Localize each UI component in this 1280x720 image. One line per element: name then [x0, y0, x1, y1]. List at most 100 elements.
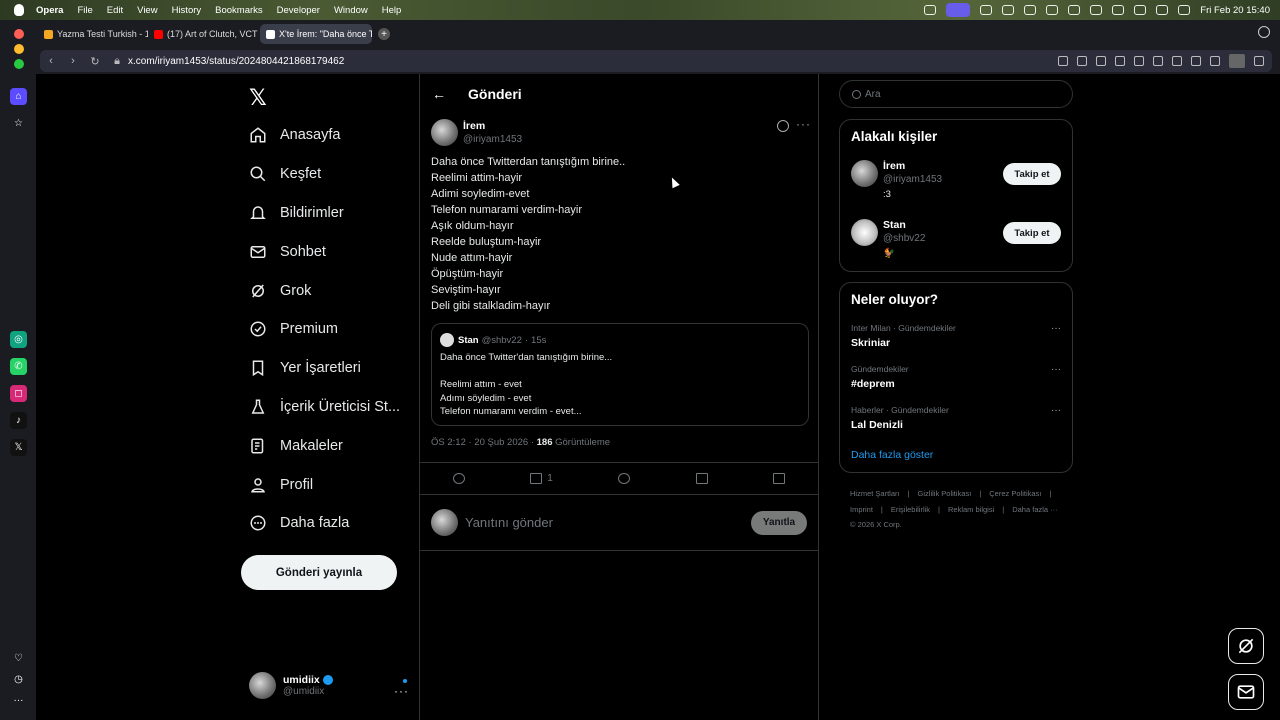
author-avatar[interactable] [431, 119, 458, 146]
person-name[interactable]: İrem [883, 160, 942, 172]
nav-creator-studio[interactable]: İçerik Üreticisi St... [249, 388, 400, 427]
control-center-icon[interactable] [1178, 5, 1191, 15]
quoted-post[interactable]: Stan @shbv22 · 15s Daha önce Twitter'dan… [431, 323, 809, 426]
minimize-window-button[interactable] [14, 44, 24, 54]
person-name[interactable]: Stan [883, 219, 925, 231]
menu-history[interactable]: History [172, 5, 202, 16]
repost-button[interactable]: 1 [530, 473, 553, 484]
footer-link[interactable]: Imprint [850, 505, 873, 514]
menubar-clock[interactable]: Fri Feb 20 15:40 [1200, 5, 1270, 16]
back-arrow-icon[interactable]: ← [432, 86, 468, 102]
reply-button[interactable] [452, 473, 465, 484]
post-author[interactable]: İrem @iriyam1453 [431, 119, 522, 146]
download-icon[interactable] [1191, 56, 1201, 66]
person-avatar[interactable] [851, 160, 878, 187]
post-more-icon[interactable]: ··· [796, 117, 811, 131]
zoom-window-button[interactable] [14, 59, 24, 69]
bookmark-button[interactable] [695, 473, 708, 484]
follow-button[interactable]: Takip et [1003, 222, 1061, 244]
account-switcher[interactable]: umidiix @umidiix [249, 672, 333, 699]
trend-more-icon[interactable]: ··· [1051, 405, 1061, 416]
person-handle[interactable]: @shbv22 [883, 233, 925, 244]
tab-yazma-testi[interactable]: Yazma Testi Turkish - 10 [38, 24, 148, 44]
menu-window[interactable]: Window [334, 5, 368, 16]
person-avatar[interactable] [851, 219, 878, 246]
share-button[interactable] [773, 473, 786, 484]
x-icon[interactable]: 𝕏 [10, 439, 27, 456]
extension-icon[interactable] [1115, 56, 1125, 66]
status-icon[interactable] [1024, 5, 1037, 15]
nav-articles[interactable]: Makaleler [249, 426, 400, 465]
edit-icon[interactable] [1058, 56, 1068, 66]
follow-button[interactable]: Takip et [1003, 163, 1061, 185]
menu-view[interactable]: View [137, 5, 157, 16]
more-icon[interactable]: ··· [10, 692, 27, 709]
reply-submit-button[interactable]: Yanıtla [751, 510, 807, 535]
grok-fab-button[interactable] [1228, 628, 1264, 664]
footer-link[interactable]: Hizmet Şartları [850, 489, 900, 498]
account-more-icon[interactable]: ··· [394, 684, 409, 698]
address-bar[interactable]: ‹ › ↻ 🔒︎ x.com/iriyam1453/status/2024804… [40, 50, 1272, 72]
apple-icon[interactable] [14, 4, 24, 16]
footer-link[interactable]: Erişilebilirlik [891, 505, 930, 514]
show-more-link[interactable]: Daha fazla göster [851, 449, 933, 461]
forward-icon[interactable]: › [62, 55, 84, 67]
wifi-icon[interactable] [1134, 5, 1147, 15]
profile-icon[interactable] [1229, 54, 1245, 68]
battery-icon[interactable] [1112, 5, 1125, 15]
author-name[interactable]: İrem [463, 120, 522, 132]
url-text[interactable]: x.com/iriyam1453/status/2024804421868179… [128, 56, 344, 67]
menu-developer[interactable]: Developer [277, 5, 320, 16]
person-handle[interactable]: @iriyam1453 [883, 174, 942, 185]
tiktok-icon[interactable]: ♪ [10, 412, 27, 429]
new-tab-button[interactable]: + [378, 28, 390, 40]
status-icon[interactable] [980, 5, 993, 15]
close-window-button[interactable] [14, 29, 24, 39]
trend-more-icon[interactable]: ··· [1051, 323, 1061, 334]
nav-chat[interactable]: Sohbet [249, 232, 400, 271]
nav-profile[interactable]: Profil [249, 465, 400, 504]
menu-edit[interactable]: Edit [107, 5, 123, 16]
trend-more-icon[interactable]: ··· [1051, 364, 1061, 375]
post-timestamp[interactable]: ÖS 2:12 · 20 Şub 2026 · [431, 437, 537, 448]
user-icon[interactable] [1068, 5, 1081, 15]
cube-icon[interactable] [1254, 56, 1264, 66]
send-icon[interactable] [1153, 56, 1163, 66]
reply-input[interactable]: Yanıtını gönder [465, 515, 553, 530]
nav-grok[interactable]: Grok [249, 271, 400, 310]
menu-icon[interactable] [1210, 56, 1220, 66]
camera-icon[interactable] [1077, 56, 1087, 66]
nav-premium[interactable]: Premium [249, 310, 400, 349]
menu-app-name[interactable]: Opera [36, 5, 63, 16]
search-input[interactable]: Ara [839, 80, 1073, 108]
instagram-icon[interactable]: ◻ [10, 385, 27, 402]
nav-notifications[interactable]: Bildirimler [249, 194, 400, 233]
grok-icon[interactable] [777, 120, 789, 132]
x-logo[interactable]: 𝕏 [249, 86, 267, 111]
shield-icon[interactable] [1096, 56, 1106, 66]
chatgpt-icon[interactable]: ◎ [10, 331, 27, 348]
heart-icon[interactable]: ♡ [10, 650, 27, 667]
person-item[interactable]: İrem @iriyam1453 :3 [851, 160, 942, 200]
footer-link[interactable]: Gizlilik Politikası [918, 489, 972, 498]
cloud-icon[interactable] [1002, 5, 1015, 15]
footer-link[interactable]: Çerez Politikası [989, 489, 1041, 498]
nav-explore[interactable]: Keşfet [249, 155, 400, 194]
footer-link[interactable]: Daha fazla ··· [1012, 505, 1057, 514]
menu-help[interactable]: Help [382, 5, 402, 16]
back-icon[interactable]: ‹ [40, 55, 62, 67]
tab-x-post[interactable]: X'te İrem: "Daha önce Tw [260, 24, 372, 44]
play-icon[interactable] [1046, 5, 1059, 15]
trend-item[interactable]: Haberler · Gündemdekiler Lal Denizli ··· [851, 405, 1061, 431]
footer-link[interactable]: Reklam bilgisi [948, 505, 994, 514]
whatsapp-icon[interactable]: ✆ [10, 358, 27, 375]
trend-item[interactable]: Gündemdekiler #deprem ··· [851, 364, 1061, 390]
like-button[interactable] [618, 473, 631, 484]
search-icon[interactable] [1134, 56, 1144, 66]
history-icon[interactable]: ◷ [10, 671, 27, 688]
tab-youtube[interactable]: (17) Art of Clutch, VCT K [148, 24, 260, 44]
display-icon[interactable] [1090, 5, 1103, 15]
trend-item[interactable]: Inter Milan · Gündemdekiler Skriniar ··· [851, 323, 1061, 349]
messages-fab-button[interactable] [1228, 674, 1264, 710]
reload-icon[interactable]: ↻ [84, 55, 106, 68]
